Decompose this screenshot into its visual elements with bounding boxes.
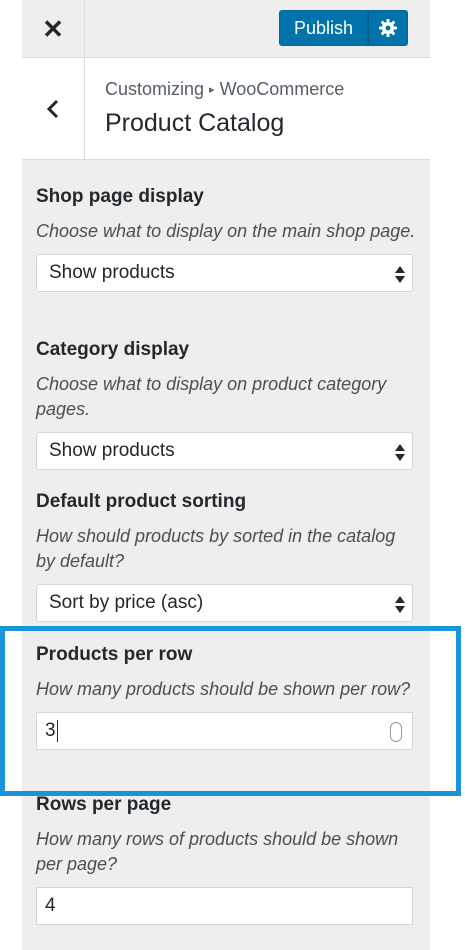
default-sorting-control: Default product sorting How should produ… [36,490,416,622]
control-description: Choose what to display on product catego… [36,374,387,419]
products-per-row-input[interactable]: 3 [36,712,413,750]
breadcrumb: Customizing ▸ WooCommerce [105,79,344,100]
section-header: Customizing ▸ WooCommerce Product Catalog [22,58,430,160]
control-label: Category display [36,339,190,360]
control-label: Default product sorting [36,491,247,512]
shop-page-display-select[interactable]: Show products [36,254,413,292]
breadcrumb-child: WooCommerce [219,79,345,99]
input-value: 4 [45,895,56,916]
control-description: How many products should be shown per ro… [36,679,411,699]
select-arrows-icon [395,266,405,283]
breadcrumb-separator: ▸ [209,84,215,96]
control-description: Choose what to display on the main shop … [36,221,416,241]
products-per-row-control: Products per row How many products shoul… [36,643,416,750]
select-arrows-icon [395,444,405,461]
section-title: Product Catalog [105,109,285,137]
control-label: Shop page display [36,186,204,207]
chevron-left-icon [46,99,59,118]
select-value: Sort by price (asc) [49,592,204,613]
control-label: Products per row [36,644,193,665]
rows-per-page-input[interactable]: 4 [36,887,413,925]
input-value: 3 [45,720,56,741]
close-button[interactable]: ✕ [22,0,85,58]
publish-group: Publish [278,10,408,46]
breadcrumb-parent: Customizing [105,79,205,99]
number-spinner-icon[interactable] [390,722,402,742]
back-button[interactable] [22,58,85,159]
rows-per-page-control: Rows per page How many rows of products … [36,793,416,925]
control-description: How should products by sorted in the cat… [36,526,396,571]
publish-button[interactable]: Publish [278,10,368,46]
publish-settings-button[interactable] [368,10,408,46]
control-label: Rows per page [36,794,172,815]
text-caret [56,720,58,742]
select-value: Show products [49,262,175,283]
customizer-header: ✕ Publish [22,0,430,58]
shop-page-display-control: Shop page display Choose what to display… [36,185,416,292]
page-background [430,0,465,950]
select-arrows-icon [395,596,405,613]
customizer-panel: ✕ Publish Customizing ▸ WooCommerce Prod… [0,0,430,950]
gear-icon [379,19,397,37]
select-value: Show products [49,440,175,461]
close-icon: ✕ [42,13,64,44]
category-display-select[interactable]: Show products [36,432,413,470]
default-sorting-select[interactable]: Sort by price (asc) [36,584,413,622]
control-description: How many rows of products should be show… [36,829,399,874]
category-display-control: Category display Choose what to display … [36,338,416,470]
